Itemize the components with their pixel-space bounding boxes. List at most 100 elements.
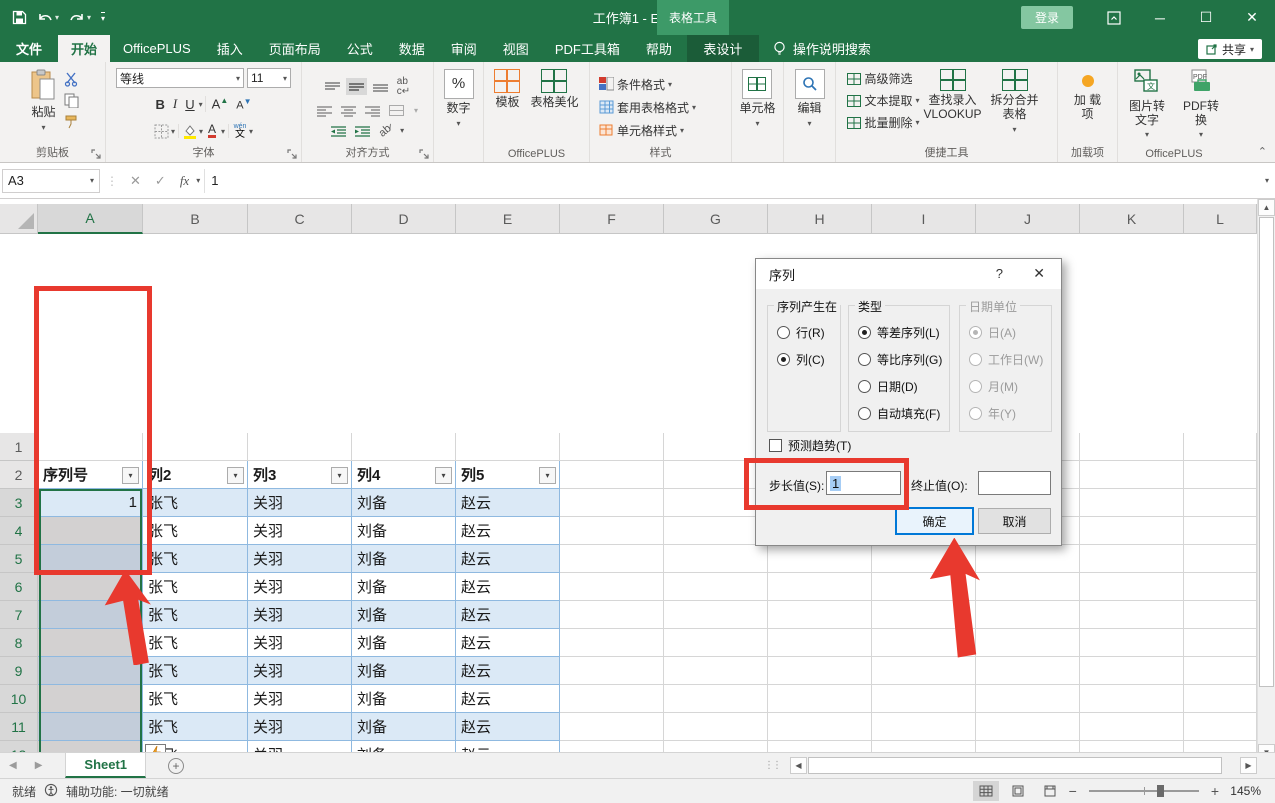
grid-cell-A7[interactable] [38, 601, 143, 629]
grid-cell-E12[interactable]: 赵云 [456, 741, 560, 752]
redo-button[interactable]: ▾ [69, 11, 91, 25]
grid-cell-A6[interactable] [38, 573, 143, 601]
grid-cell-K11[interactable] [1080, 713, 1184, 741]
grid-cell-I11[interactable] [872, 713, 976, 741]
row-header-6[interactable]: 6 [0, 573, 38, 601]
borders-icon[interactable] [154, 123, 170, 139]
align-bottom-icon[interactable] [373, 81, 388, 92]
alignment-dialog-launcher-icon[interactable] [419, 148, 430, 159]
column-header-K[interactable]: K [1080, 204, 1184, 234]
radio-等差序列(L)[interactable]: 等差序列(L) [858, 324, 949, 341]
grid-cell-I9[interactable] [872, 657, 976, 685]
column-header-C[interactable]: C [248, 204, 352, 234]
select-all-corner[interactable] [0, 204, 38, 234]
sheet-tab-sheet1[interactable]: Sheet1 [65, 753, 146, 778]
formula-input[interactable]: 1 [204, 169, 1259, 193]
grid-cell-D11[interactable]: 刘备 [352, 713, 456, 741]
grid-cell-L1[interactable] [1184, 433, 1257, 461]
filter-dropdown-icon[interactable]: ▾ [227, 467, 244, 484]
phonetic-guide-icon[interactable]: wén文 [232, 123, 248, 139]
radio-等比序列(G)[interactable]: 等比序列(G) [858, 351, 949, 368]
radio-icon[interactable] [858, 353, 871, 366]
grid-cell-A2[interactable]: 序列号▾ [38, 461, 143, 489]
conditional-formatting-button[interactable]: 条件格式▾ [598, 76, 672, 93]
grid-cell-A10[interactable] [38, 685, 143, 713]
grid-cell-C2[interactable]: 列3▾ [248, 461, 352, 489]
grid-cell-F10[interactable] [560, 685, 664, 713]
grid-cell-B2[interactable]: 列2▾ [143, 461, 248, 489]
undo-button[interactable]: ▾ [37, 11, 59, 25]
grid-cell-D3[interactable]: 刘备 [352, 489, 456, 517]
grid-cell-L11[interactable] [1184, 713, 1257, 741]
grid-cell-B12[interactable]: 张飞 [143, 741, 248, 752]
tab-OfficePLUS[interactable]: OfficePLUS [110, 35, 204, 62]
increase-indent-icon[interactable] [355, 125, 370, 136]
row-header-10[interactable]: 10 [0, 685, 38, 713]
font-color-icon[interactable]: A [204, 123, 220, 139]
radio-列(C)[interactable]: 列(C) [777, 351, 840, 368]
grid-cell-H7[interactable] [768, 601, 872, 629]
grid-cell-D7[interactable]: 刘备 [352, 601, 456, 629]
grid-cell-B8[interactable]: 张飞 [143, 629, 248, 657]
grid-cell-B11[interactable]: 张飞 [143, 713, 248, 741]
radio-icon[interactable] [777, 353, 790, 366]
grid-cell-G6[interactable] [664, 573, 768, 601]
grid-cell-D5[interactable]: 刘备 [352, 545, 456, 573]
orientation-icon[interactable]: ab̷ [376, 122, 393, 139]
align-top-icon[interactable] [325, 81, 340, 92]
tool-拆分合并 表格[interactable]: 拆分合并 表格▾ [984, 66, 1046, 144]
grid-cell-C11[interactable]: 关羽 [248, 713, 352, 741]
number-format-button[interactable]: % 数字▾ [440, 66, 478, 144]
fill-color-caret-icon[interactable]: ▾ [199, 127, 203, 136]
grid-cell-E5[interactable]: 赵云 [456, 545, 560, 573]
filter-dropdown-icon[interactable]: ▾ [539, 467, 556, 484]
format-as-table-button[interactable]: 套用表格格式▾ [598, 99, 696, 116]
grid-cell-E1[interactable] [456, 433, 560, 461]
tell-me-search[interactable]: 操作说明搜索 [759, 35, 885, 62]
grid-cell-K6[interactable] [1080, 573, 1184, 601]
grid-cell-G1[interactable] [664, 433, 768, 461]
dialog-close-icon[interactable]: ✕ [1033, 265, 1045, 282]
radio-icon[interactable] [858, 326, 871, 339]
tab-视图[interactable]: 视图 [490, 35, 542, 62]
horizontal-scroll-thumb[interactable] [808, 757, 1222, 774]
bold-button[interactable]: B [152, 96, 169, 113]
grid-cell-C9[interactable]: 关羽 [248, 657, 352, 685]
grid-cell-D4[interactable]: 刘备 [352, 517, 456, 545]
picture-to-text-button[interactable]: 文 图片转 文字▾ [1121, 66, 1173, 144]
grid-cell-C1[interactable] [248, 433, 352, 461]
grid-cell-E3[interactable]: 赵云 [456, 489, 560, 517]
ok-button[interactable]: 确定 [896, 508, 973, 534]
cancel-entry-icon[interactable]: ✕ [123, 173, 148, 189]
grid-cell-J10[interactable] [976, 685, 1080, 713]
wrap-text-icon[interactable]: abc↵ [397, 77, 410, 97]
grid-cell-L6[interactable] [1184, 573, 1257, 601]
row-header-3[interactable]: 3 [0, 489, 38, 517]
grid-cell-G5[interactable] [664, 545, 768, 573]
grid-cell-K4[interactable] [1080, 517, 1184, 545]
font-dialog-launcher-icon[interactable] [287, 148, 298, 159]
cell-styles-button[interactable]: 单元格样式▾ [598, 122, 684, 139]
grid-cell-K3[interactable] [1080, 489, 1184, 517]
grid-cell-A1[interactable] [38, 433, 143, 461]
radio-icon[interactable] [777, 326, 790, 339]
column-header-E[interactable]: E [456, 204, 560, 234]
grid-cell-H6[interactable] [768, 573, 872, 601]
font-size-combo[interactable]: 11▾ [247, 68, 291, 88]
customize-qat-icon[interactable]: ▾ [101, 12, 105, 23]
copy-icon[interactable] [64, 92, 80, 108]
grid-cell-E7[interactable]: 赵云 [456, 601, 560, 629]
grid-cell-A5[interactable] [38, 545, 143, 573]
normal-view-icon[interactable] [973, 781, 999, 801]
fill-color-icon[interactable] [182, 123, 198, 139]
phonetic-caret-icon[interactable]: ▾ [249, 127, 253, 136]
tool-查找录入 VLOOKUP[interactable]: 查找录入 VLOOKUP [922, 66, 984, 144]
template-button[interactable]: 模板 [490, 66, 524, 144]
tab-PDF工具箱[interactable]: PDF工具箱 [542, 35, 633, 62]
grid-cell-A12[interactable] [38, 741, 143, 752]
grow-font-button[interactable]: A▲ [208, 95, 233, 112]
stop-value-input[interactable] [978, 471, 1051, 495]
grid-cell-G8[interactable] [664, 629, 768, 657]
zoom-out-icon[interactable]: − [1069, 783, 1077, 799]
format-painter-icon[interactable] [64, 113, 80, 129]
